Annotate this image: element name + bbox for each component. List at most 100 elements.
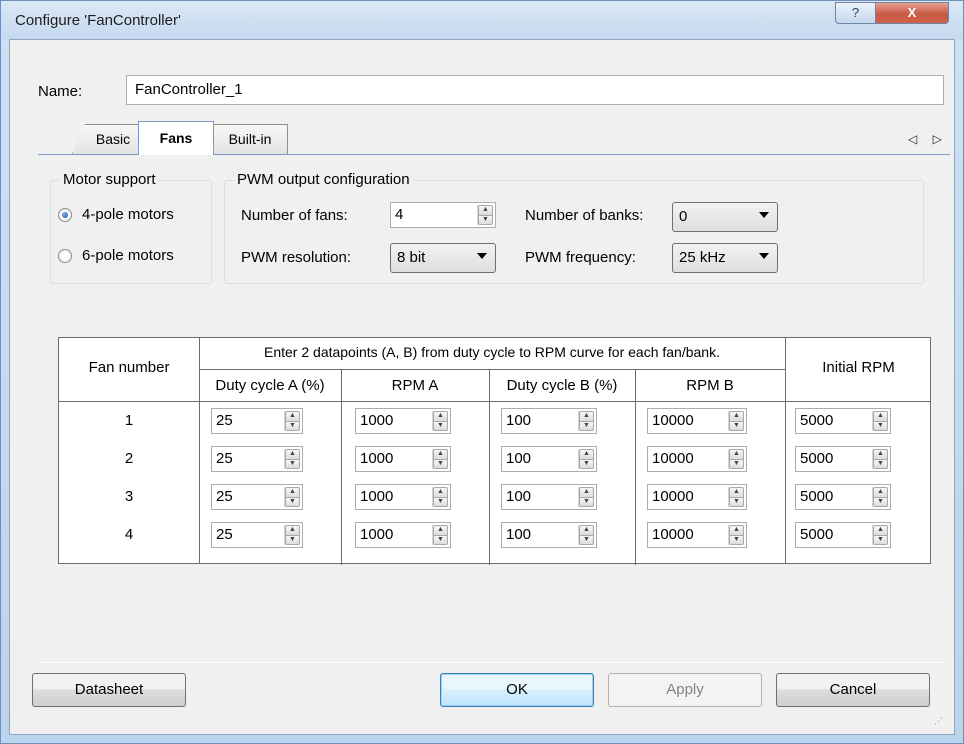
rpm-b-value[interactable]: 10000 — [648, 485, 728, 509]
duty-b-spinner[interactable]: 100 ▲ ▼ — [501, 484, 597, 510]
rpm-a-spinner[interactable]: 1000 ▲ ▼ — [355, 522, 451, 548]
spin-buttons[interactable]: ▲ ▼ — [578, 449, 594, 469]
initial-rpm-value[interactable]: 5000 — [796, 447, 872, 471]
spin-down-icon[interactable]: ▼ — [579, 459, 594, 469]
duty-a-spinner[interactable]: 25 ▲ ▼ — [211, 408, 303, 434]
spin-down-icon[interactable]: ▼ — [729, 535, 744, 545]
spin-up-icon[interactable]: ▲ — [729, 487, 744, 498]
help-button[interactable]: ? — [835, 2, 875, 24]
initial-rpm-spinner[interactable]: 5000 ▲ ▼ — [795, 522, 891, 548]
spin-down-icon[interactable]: ▼ — [873, 421, 888, 431]
tab-fans[interactable]: Fans — [138, 121, 214, 155]
spin-buttons[interactable]: ▲ ▼ — [728, 487, 744, 507]
spin-down-icon[interactable]: ▼ — [433, 459, 448, 469]
spin-buttons[interactable]: ▲ ▼ — [284, 411, 300, 431]
spin-up-icon[interactable]: ▲ — [579, 525, 594, 536]
spin-down-icon[interactable]: ▼ — [729, 421, 744, 431]
spin-down-icon[interactable]: ▼ — [433, 421, 448, 431]
spin-down-icon[interactable]: ▼ — [579, 421, 594, 431]
initial-rpm-value[interactable]: 5000 — [796, 485, 872, 509]
spin-down-icon[interactable]: ▼ — [579, 497, 594, 507]
rpm-a-value[interactable]: 1000 — [356, 523, 432, 547]
spin-up-icon[interactable]: ▲ — [873, 525, 888, 536]
pwm-resolution-dropdown[interactable]: 8 bit — [390, 243, 496, 273]
spin-up-icon[interactable]: ▲ — [285, 525, 300, 536]
rpm-b-value[interactable]: 10000 — [648, 523, 728, 547]
duty-b-spinner[interactable]: 100 ▲ ▼ — [501, 522, 597, 548]
initial-rpm-spinner[interactable]: 5000 ▲ ▼ — [795, 484, 891, 510]
spin-buttons[interactable]: ▲ ▼ — [284, 449, 300, 469]
rpm-a-value[interactable]: 1000 — [356, 409, 432, 433]
duty-a-value[interactable]: 25 — [212, 409, 284, 433]
cancel-button[interactable]: Cancel — [776, 673, 930, 707]
resize-grip-icon[interactable]: ⋰ — [934, 716, 943, 727]
spin-down-icon[interactable]: ▼ — [873, 497, 888, 507]
spin-down-icon[interactable]: ▼ — [579, 535, 594, 545]
spin-down-icon[interactable]: ▼ — [285, 497, 300, 507]
spin-buttons[interactable]: ▲ ▼ — [578, 487, 594, 507]
spin-buttons[interactable]: ▲ ▼ — [728, 411, 744, 431]
initial-rpm-value[interactable]: 5000 — [796, 523, 872, 547]
radio-4-pole[interactable]: 4-pole motors — [58, 206, 174, 223]
pwm-frequency-dropdown[interactable]: 25 kHz — [672, 243, 778, 273]
spin-up-icon[interactable]: ▲ — [285, 449, 300, 460]
spin-buttons[interactable]: ▲ ▼ — [432, 411, 448, 431]
initial-rpm-value[interactable]: 5000 — [796, 409, 872, 433]
rpm-b-value[interactable]: 10000 — [648, 447, 728, 471]
spin-down-icon[interactable]: ▼ — [285, 421, 300, 431]
duty-a-spinner[interactable]: 25 ▲ ▼ — [211, 446, 303, 472]
rpm-a-value[interactable]: 1000 — [356, 485, 432, 509]
rpm-a-spinner[interactable]: 1000 ▲ ▼ — [355, 484, 451, 510]
spin-buttons[interactable]: ▲ ▼ — [284, 487, 300, 507]
spin-up-icon[interactable]: ▲ — [285, 411, 300, 422]
duty-a-spinner[interactable]: 25 ▲ ▼ — [211, 522, 303, 548]
spin-up-icon[interactable]: ▲ — [729, 411, 744, 422]
radio-unchecked-icon[interactable] — [58, 248, 72, 263]
rpm-b-spinner[interactable]: 10000 ▲ ▼ — [647, 484, 747, 510]
spin-up-icon[interactable]: ▲ — [433, 449, 448, 460]
spin-buttons[interactable]: ▲ ▼ — [578, 411, 594, 431]
spin-buttons[interactable]: ▲ ▼ — [432, 449, 448, 469]
apply-button[interactable]: Apply — [608, 673, 762, 707]
rpm-a-spinner[interactable]: 1000 ▲ ▼ — [355, 446, 451, 472]
radio-6-pole[interactable]: 6-pole motors — [58, 247, 174, 264]
spin-up-icon[interactable]: ▲ — [433, 487, 448, 498]
spin-down-icon[interactable]: ▼ — [873, 535, 888, 545]
spin-down-icon[interactable]: ▼ — [285, 535, 300, 545]
spin-up-icon[interactable]: ▲ — [873, 411, 888, 422]
duty-b-value[interactable]: 100 — [502, 523, 578, 547]
spin-up-icon[interactable]: ▲ — [579, 487, 594, 498]
spin-buttons[interactable]: ▲ ▼ — [432, 487, 448, 507]
spin-up-icon[interactable]: ▲ — [433, 525, 448, 536]
spin-up-icon[interactable]: ▲ — [729, 449, 744, 460]
ok-button[interactable]: OK — [440, 673, 594, 707]
datasheet-button[interactable]: Datasheet — [32, 673, 186, 707]
tab-scroll-arrows-icon[interactable]: ◁ ▷ — [908, 132, 948, 146]
duty-b-value[interactable]: 100 — [502, 409, 578, 433]
spin-buttons[interactable]: ▲ ▼ — [432, 525, 448, 545]
rpm-a-spinner[interactable]: 1000 ▲ ▼ — [355, 408, 451, 434]
tab-basic[interactable]: Basic — [72, 124, 144, 154]
duty-a-spinner[interactable]: 25 ▲ ▼ — [211, 484, 303, 510]
rpm-a-value[interactable]: 1000 — [356, 447, 432, 471]
duty-b-spinner[interactable]: 100 ▲ ▼ — [501, 408, 597, 434]
rpm-b-spinner[interactable]: 10000 ▲ ▼ — [647, 408, 747, 434]
spin-buttons[interactable]: ▲ ▼ — [284, 525, 300, 545]
duty-b-value[interactable]: 100 — [502, 447, 578, 471]
spin-down-icon[interactable]: ▼ — [478, 215, 493, 225]
spin-up-icon[interactable]: ▲ — [729, 525, 744, 536]
initial-rpm-spinner[interactable]: 5000 ▲ ▼ — [795, 446, 891, 472]
spin-buttons[interactable]: ▲ ▼ — [578, 525, 594, 545]
radio-checked-icon[interactable] — [58, 207, 72, 222]
spin-buttons[interactable]: ▲ ▼ — [872, 525, 888, 545]
spin-up-icon[interactable]: ▲ — [579, 449, 594, 460]
spin-down-icon[interactable]: ▼ — [873, 459, 888, 469]
spin-up-icon[interactable]: ▲ — [873, 449, 888, 460]
spin-down-icon[interactable]: ▼ — [433, 497, 448, 507]
spin-up-icon[interactable]: ▲ — [873, 487, 888, 498]
spin-down-icon[interactable]: ▼ — [285, 459, 300, 469]
spin-up-icon[interactable]: ▲ — [285, 487, 300, 498]
spin-buttons[interactable]: ▲ ▼ — [728, 525, 744, 545]
duty-a-value[interactable]: 25 — [212, 447, 284, 471]
spin-up-icon[interactable]: ▲ — [478, 205, 493, 216]
